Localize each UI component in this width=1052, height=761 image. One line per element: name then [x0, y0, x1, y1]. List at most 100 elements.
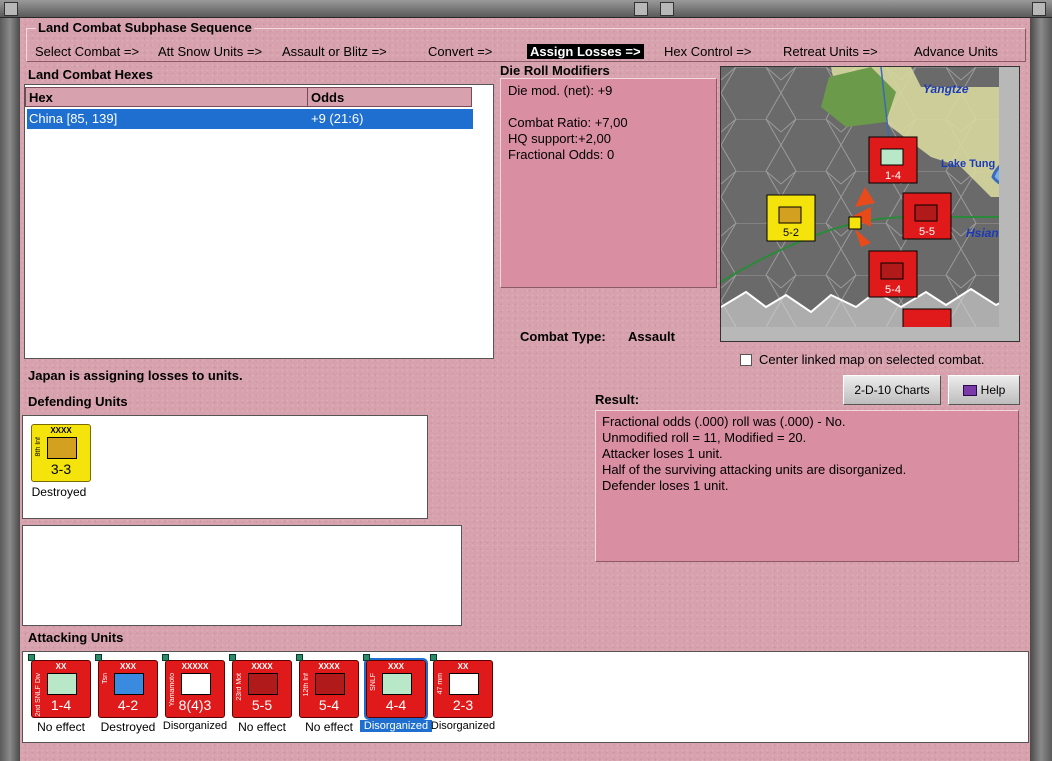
combat-type-label: Combat Type:	[520, 329, 606, 344]
step-hex-control: Hex Control =>	[664, 44, 752, 59]
attacker-effect: No effect	[238, 720, 286, 734]
center-map-label: Center linked map on selected combat.	[759, 352, 985, 367]
hex-cell: China [85, 139]	[29, 111, 118, 126]
unit-marker	[229, 654, 236, 661]
step-assault-or-blitz: Assault or Blitz =>	[282, 44, 387, 59]
odds-cell: +9 (21:6)	[311, 111, 364, 126]
anti-tank-icon	[449, 673, 479, 695]
defending-units-panel: XXXX 8th Inf 3-3 Destroyed	[22, 415, 428, 519]
table-row[interactable]: China [85, 139] +9 (21:6)	[27, 109, 473, 129]
hq-support: HQ support:+2,00	[508, 131, 611, 146]
charts-button[interactable]: 2-D-10 Charts	[843, 375, 941, 405]
defender-counter[interactable]: XXXX 8th Inf 3-3	[31, 424, 91, 482]
unit-marker	[162, 654, 169, 661]
map-label-lake-tung: Lake Tung	[941, 158, 995, 170]
die-mod-net: Die mod. (net): +9	[508, 83, 613, 98]
unit-size: XXXX	[50, 426, 72, 435]
unit-strength: 4-4	[385, 697, 407, 713]
attacking-units-title: Attacking Units	[28, 630, 124, 645]
motorized-icon	[248, 673, 278, 695]
attacker-effect: No effect	[305, 720, 353, 734]
help-button[interactable]: Help	[948, 375, 1020, 405]
attacker-counter[interactable]: XXX Tsn 4-2	[95, 654, 158, 718]
step-att-snow-units: Att Snow Units =>	[158, 44, 263, 59]
attacker-effect: Disorganized	[360, 720, 432, 732]
center-map-checkbox[interactable]	[740, 354, 752, 366]
result-line: Unmodified roll = 11, Modified = 20.	[602, 430, 807, 445]
unit-marker	[430, 654, 437, 661]
svg-text:1-4: 1-4	[885, 170, 901, 182]
frame-right-border	[1030, 18, 1052, 761]
attacker-effect: No effect	[37, 720, 85, 734]
attacker-counter[interactable]: XXXX 23rd Mot 5-5	[229, 654, 292, 718]
svg-text:5-4: 5-4	[885, 284, 901, 296]
infantry-icon	[315, 673, 345, 695]
mechanized-icon	[114, 673, 144, 695]
combat-hexes-title: Land Combat Hexes	[28, 67, 153, 82]
map-canvas: Yangtze Lake Tung Hsian 5-2 1-4 5-5 5-4	[721, 67, 1019, 341]
unit-name: 12th Inf	[303, 673, 310, 697]
step-assign-losses: Assign Losses =>	[527, 44, 644, 59]
attacker-counter[interactable]: XX 2nd SNLF Div 1-4	[28, 654, 91, 718]
attacker-effect: Disorganized	[162, 720, 228, 732]
result-line: Fractional odds (.000) roll was (.000) -…	[602, 414, 846, 429]
marine-icon	[382, 673, 412, 695]
step-select-combat: Select Combat =>	[35, 44, 140, 59]
unit-size: XX	[457, 662, 469, 671]
unit-size: XXX	[119, 662, 136, 671]
die-roll-panel: Die mod. (net): +9 Combat Ratio: +7,00 H…	[500, 78, 717, 288]
unit-strength: 5-5	[251, 697, 273, 713]
unit-marker	[296, 654, 303, 661]
unit-strength: 8(4)3	[178, 697, 212, 713]
unit-marker	[363, 654, 370, 661]
unit-marker	[28, 654, 35, 661]
attacker-counter-selected[interactable]: XXX SNLF 4-4	[363, 654, 428, 720]
svg-text:5-5: 5-5	[919, 226, 935, 238]
map-label-hsian: Hsian	[966, 226, 999, 240]
attacker-counter[interactable]: XXXX 12th Inf 5-4	[296, 654, 359, 718]
combat-type-value: Assault	[628, 329, 675, 344]
result-line: Defender loses 1 unit.	[602, 478, 729, 493]
column-header-hex[interactable]: Hex	[25, 87, 308, 107]
attacker-effect: Disorganized	[430, 720, 496, 732]
svg-text:5-2: 5-2	[783, 227, 799, 239]
unit-name: 47 mm	[437, 673, 444, 695]
step-convert: Convert =>	[428, 44, 493, 59]
combat-hexes-table: Hex Odds China [85, 139] +9 (21:6)	[24, 84, 494, 359]
unit-strength: 3-3	[50, 461, 72, 477]
unit-size: XXXXX	[181, 662, 209, 671]
linked-map[interactable]: Yangtze Lake Tung Hsian 5-2 1-4 5-5 5-4	[720, 66, 1020, 342]
attacker-counter[interactable]: XX 47 mm 2-3	[430, 654, 493, 718]
status-text: Japan is assigning losses to units.	[28, 368, 243, 383]
combat-ratio: Combat Ratio: +7,00	[508, 115, 628, 130]
column-header-odds[interactable]: Odds	[307, 87, 472, 107]
result-panel: Fractional odds (.000) roll was (.000) -…	[595, 410, 1019, 562]
map-label-yangtze: Yangtze	[923, 82, 969, 96]
defender-effect: Destroyed	[31, 485, 87, 499]
unit-name: SNLF	[370, 673, 377, 691]
unit-strength: 5-4	[318, 697, 340, 713]
unit-size: XXX	[387, 662, 404, 671]
defending-units-title: Defending Units	[28, 394, 128, 409]
frame-knob-mid2	[660, 2, 674, 16]
unit-marker	[95, 654, 102, 661]
frame-left-border	[0, 18, 20, 761]
unit-name: Tsn	[102, 673, 109, 684]
unit-name: 8th Inf	[35, 437, 42, 457]
title-bar	[0, 0, 1052, 18]
unit-strength: 1-4	[50, 697, 72, 713]
help-button-label: Help	[980, 383, 1006, 397]
marine-icon	[47, 673, 77, 695]
step-advance-units: Advance Units	[914, 44, 998, 59]
attacker-counter[interactable]: XXXXX Yamamoto 8(4)3	[162, 654, 225, 718]
frame-knob-mid	[634, 2, 648, 16]
fractional-odds: Fractional Odds: 0	[508, 147, 615, 162]
book-icon	[962, 385, 977, 397]
result-title: Result:	[595, 392, 640, 407]
unit-size: XXXX	[318, 662, 340, 671]
subphase-title: Land Combat Subphase Sequence	[36, 20, 254, 35]
frame-knob-right	[1032, 2, 1046, 16]
frame-knob-left	[4, 2, 18, 16]
unit-size: XX	[55, 662, 67, 671]
result-line: Half of the surviving attacking units ar…	[602, 462, 907, 477]
